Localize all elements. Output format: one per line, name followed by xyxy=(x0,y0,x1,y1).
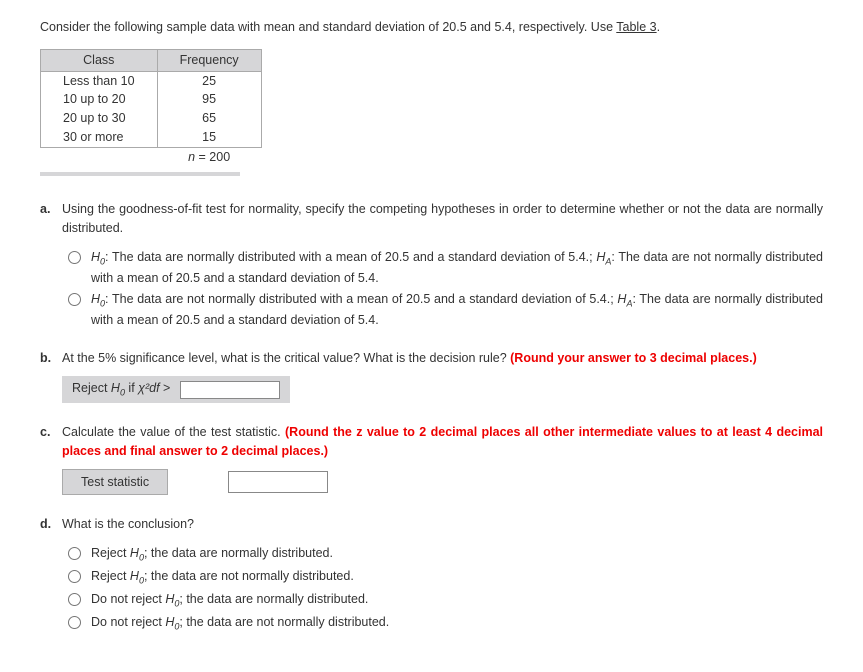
option-text: H0: The data are normally distributed wi… xyxy=(91,248,823,288)
reject-box: Reject H0 if χ²df > xyxy=(62,376,290,403)
question-label: a. xyxy=(40,200,62,219)
option-row[interactable]: Do not reject H0; the data are not norma… xyxy=(62,613,823,634)
table-row: 10 up to 20 95 xyxy=(41,90,262,109)
question-text: Using the goodness-of-fit test for norma… xyxy=(62,202,823,235)
option-text: Reject H0; the data are not normally dis… xyxy=(91,567,823,588)
table-cell-freq: 65 xyxy=(157,109,261,128)
table-cell-class: 20 up to 30 xyxy=(41,109,158,128)
option-row[interactable]: H0: The data are normally distributed wi… xyxy=(62,248,823,288)
radio-d2[interactable] xyxy=(68,570,81,583)
option-text: Do not reject H0; the data are normally … xyxy=(91,590,823,611)
table-row: 20 up to 30 65 xyxy=(41,109,262,128)
question-text: At the 5% significance level, what is th… xyxy=(62,351,510,365)
test-stat-row: Test statistic xyxy=(62,469,823,496)
table-row: Less than 10 25 xyxy=(41,71,262,90)
table-cell-class: 10 up to 20 xyxy=(41,90,158,109)
question-label: c. xyxy=(40,423,62,442)
table-total-row: n = 200 xyxy=(41,147,262,166)
chi-symbol: χ²df xyxy=(138,381,159,395)
question-a: a. Using the goodness-of-fit test for no… xyxy=(40,200,823,329)
option-row[interactable]: Reject H0; the data are normally distrib… xyxy=(62,544,823,565)
divider xyxy=(40,172,240,176)
table-cell-freq: 15 xyxy=(157,128,261,147)
table-cell-freq: 95 xyxy=(157,90,261,109)
option-text: Reject H0; the data are normally distrib… xyxy=(91,544,823,565)
critical-value-input[interactable] xyxy=(180,381,280,399)
radio-a1[interactable] xyxy=(68,251,81,264)
option-row[interactable]: Do not reject H0; the data are normally … xyxy=(62,590,823,611)
table-cell-class: 30 or more xyxy=(41,128,158,147)
options-a: H0: The data are normally distributed wi… xyxy=(62,248,823,330)
frequency-table: Class Frequency Less than 10 25 10 up to… xyxy=(40,49,262,167)
question-label: b. xyxy=(40,349,62,368)
radio-d1[interactable] xyxy=(68,547,81,560)
intro-suffix: . xyxy=(657,20,660,34)
question-label: d. xyxy=(40,515,62,534)
radio-a2[interactable] xyxy=(68,293,81,306)
question-text: What is the conclusion? xyxy=(62,517,194,531)
option-row[interactable]: Reject H0; the data are not normally dis… xyxy=(62,567,823,588)
option-row[interactable]: H0: The data are not normally distribute… xyxy=(62,290,823,330)
option-text: H0: The data are not normally distribute… xyxy=(91,290,823,330)
test-stat-input[interactable] xyxy=(228,471,328,493)
table-link[interactable]: Table 3 xyxy=(616,20,656,34)
question-text: Calculate the value of the test statisti… xyxy=(62,425,285,439)
question-b: b. At the 5% significance level, what is… xyxy=(40,349,823,403)
table-header-frequency: Frequency xyxy=(157,49,261,71)
question-d: d. What is the conclusion? Reject H0; th… xyxy=(40,515,823,634)
radio-d3[interactable] xyxy=(68,593,81,606)
question-c: c. Calculate the value of the test stati… xyxy=(40,423,823,495)
radio-d4[interactable] xyxy=(68,616,81,629)
test-stat-label: Test statistic xyxy=(62,469,168,496)
table-cell-class: Less than 10 xyxy=(41,71,158,90)
intro-body: Consider the following sample data with … xyxy=(40,20,616,34)
table-cell-freq: 25 xyxy=(157,71,261,90)
reject-label: Reject H0 if χ²df > xyxy=(72,379,170,400)
options-d: Reject H0; the data are normally distrib… xyxy=(62,544,823,634)
intro-text: Consider the following sample data with … xyxy=(40,18,823,37)
instruction-red: (Round your answer to 3 decimal places.) xyxy=(510,351,757,365)
table-header-class: Class xyxy=(41,49,158,71)
table-row: 30 or more 15 xyxy=(41,128,262,147)
option-text: Do not reject H0; the data are not norma… xyxy=(91,613,823,634)
